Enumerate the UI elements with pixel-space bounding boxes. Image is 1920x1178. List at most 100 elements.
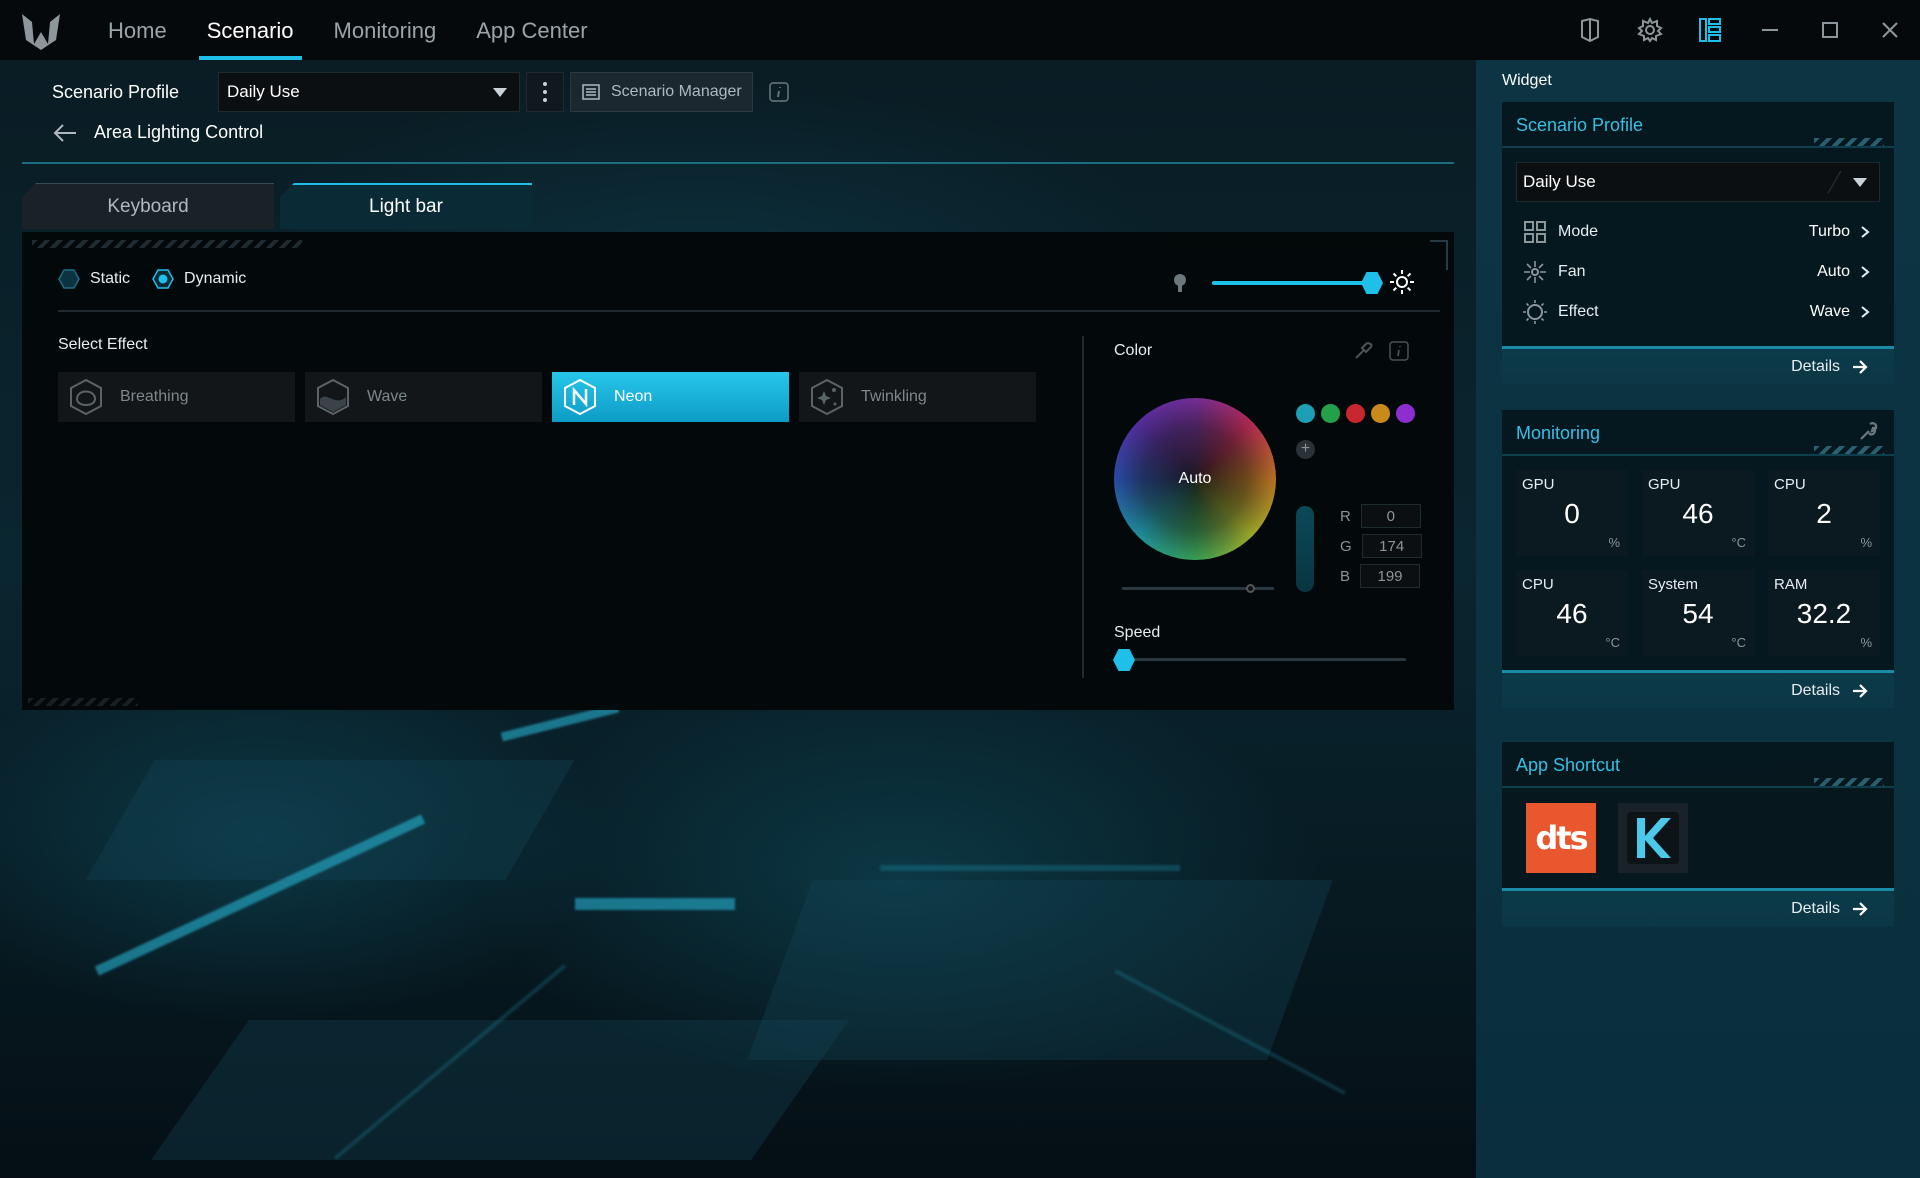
nav-home[interactable]: Home — [88, 0, 187, 60]
info-icon[interactable] — [767, 80, 791, 104]
tab-keyboard[interactable]: Keyboard — [22, 183, 274, 229]
widget-panel-icon — [1699, 18, 1721, 42]
effect-breathing[interactable]: Breathing — [58, 372, 295, 422]
widget-profile-value: Daily Use — [1523, 172, 1596, 191]
brightness-slider-knob[interactable] — [1361, 272, 1383, 294]
color-tools — [1352, 340, 1410, 362]
brightness-slider-fill — [1212, 281, 1372, 285]
rgb-r-label: R — [1340, 507, 1351, 525]
widget-row-effect[interactable]: Effect Wave — [1502, 292, 1894, 332]
minimize-icon — [1762, 29, 1778, 31]
close-button[interactable] — [1860, 0, 1920, 60]
speed-slider[interactable] — [1113, 649, 1406, 671]
speed-label: Speed — [1114, 624, 1161, 641]
static-label: Static — [90, 270, 131, 287]
scenario-manager-button[interactable]: Scenario Manager — [570, 72, 753, 112]
neon-icon — [564, 378, 596, 416]
app-shortcut-details-link[interactable]: Details — [1502, 888, 1894, 926]
page-title: Area Lighting Control — [94, 122, 264, 142]
tab-light-bar[interactable]: Light bar — [280, 183, 532, 229]
app-shortcut-list: dts K — [1502, 788, 1894, 888]
widget-title: Widget — [1502, 72, 1552, 89]
effect-wave[interactable]: Wave — [305, 372, 542, 422]
chevron-right-icon — [1861, 266, 1870, 278]
effect-breathing-label: Breathing — [120, 388, 189, 405]
dynamic-label: Dynamic — [184, 270, 247, 287]
tile-unit: % — [1608, 535, 1620, 550]
maximize-button[interactable] — [1800, 0, 1860, 60]
wrench-icon[interactable] — [1858, 420, 1880, 442]
monitoring-card: Monitoring GPU 0 % GPU 46 °C CPU 2 % CPU — [1502, 410, 1894, 708]
widget-profile-select[interactable]: Daily Use — [1516, 162, 1880, 202]
color-wheel[interactable]: Auto — [1114, 398, 1276, 560]
swatch-green[interactable] — [1321, 404, 1340, 423]
swatch-teal[interactable] — [1296, 404, 1315, 423]
widget-row-effect-name: Effect — [1558, 303, 1599, 320]
widget-row-mode-name: Mode — [1558, 223, 1599, 240]
color-info-icon[interactable] — [1388, 340, 1410, 362]
eyedropper-icon[interactable] — [1352, 340, 1374, 362]
monitor-tile-gpu-usage: GPU 0 % — [1516, 470, 1628, 556]
monitoring-details-link[interactable]: Details — [1502, 670, 1894, 708]
nav-app-center[interactable]: App Center — [456, 0, 607, 60]
rgb-b-input[interactable]: 199 — [1360, 564, 1421, 588]
hue-bar[interactable] — [1296, 506, 1314, 592]
list-icon — [582, 84, 600, 100]
tile-unit: °C — [1731, 635, 1746, 650]
tile-label: System — [1648, 576, 1699, 593]
static-radio[interactable] — [58, 268, 80, 290]
wheel-saturation-slider[interactable] — [1122, 584, 1274, 593]
chevron-down-icon — [1853, 178, 1867, 187]
rgb-r-input[interactable]: 0 — [1360, 504, 1421, 528]
nav-scenario[interactable]: Scenario — [187, 0, 314, 60]
rgb-g-label: G — [1340, 537, 1352, 555]
main-nav: Home Scenario Monitoring App Center — [88, 0, 608, 60]
brightness-slider[interactable] — [1212, 272, 1383, 294]
settings-button[interactable] — [1620, 0, 1680, 60]
more-options-button[interactable] — [526, 72, 564, 112]
scenario-details-link[interactable]: Details — [1502, 346, 1894, 384]
color-section-divider — [1082, 336, 1084, 678]
swatch-orange[interactable] — [1371, 404, 1390, 423]
rgb-g-input[interactable]: 174 — [1361, 534, 1422, 558]
chevron-right-icon — [1861, 306, 1870, 318]
effect-twinkling[interactable]: Twinkling — [799, 372, 1036, 422]
k-app-shortcut[interactable]: K — [1618, 803, 1688, 873]
widget-row-fan[interactable]: Fan Auto — [1502, 252, 1894, 292]
brightness-low-icon — [1174, 274, 1186, 292]
laptop-profile-button[interactable] — [1560, 0, 1620, 60]
dts-app-shortcut[interactable]: dts — [1526, 803, 1596, 873]
effect-sun-icon — [1523, 300, 1547, 324]
scenario-profile-value: Daily Use — [227, 82, 300, 101]
scenario-profile-select[interactable]: Daily Use — [218, 72, 520, 112]
effect-neon-label: Neon — [614, 388, 653, 405]
widget-row-fan-name: Fan — [1558, 263, 1586, 280]
speed-slider-knob[interactable] — [1113, 649, 1135, 671]
rgb-b-label: B — [1340, 567, 1351, 585]
arrow-right-icon — [1853, 359, 1868, 374]
monitoring-details-label: Details — [1791, 681, 1840, 699]
dynamic-radio[interactable] — [152, 268, 174, 290]
predator-logo-icon — [22, 14, 60, 50]
widget-row-mode[interactable]: Mode Turbo — [1502, 212, 1894, 252]
monitoring-card-title: Monitoring — [1516, 422, 1601, 443]
add-swatch-button[interactable]: + — [1296, 440, 1315, 459]
nav-monitoring[interactable]: Monitoring — [314, 0, 457, 60]
widget-toggle-button[interactable] — [1680, 0, 1740, 60]
scenario-details-label: Details — [1791, 357, 1840, 375]
swatch-red[interactable] — [1346, 404, 1365, 423]
back-arrow-icon[interactable] — [52, 123, 78, 143]
maximize-icon — [1822, 22, 1838, 38]
app-shortcut-card: App Shortcut dts K Details — [1502, 742, 1894, 926]
color-label: Color — [1114, 342, 1153, 359]
scenario-manager-label: Scenario Manager — [611, 83, 742, 100]
arrow-right-icon — [1853, 901, 1868, 916]
tile-value: 46 — [1682, 498, 1714, 529]
monitoring-card-header: Monitoring — [1502, 410, 1894, 456]
scenario-profile-card: Scenario Profile Daily Use Mode Turbo Fa… — [1502, 102, 1894, 384]
minimize-button[interactable] — [1740, 0, 1800, 60]
swatch-purple[interactable] — [1396, 404, 1415, 423]
close-icon — [1882, 22, 1898, 38]
effect-twinkling-label: Twinkling — [861, 388, 927, 405]
effect-neon[interactable]: Neon — [552, 372, 789, 422]
